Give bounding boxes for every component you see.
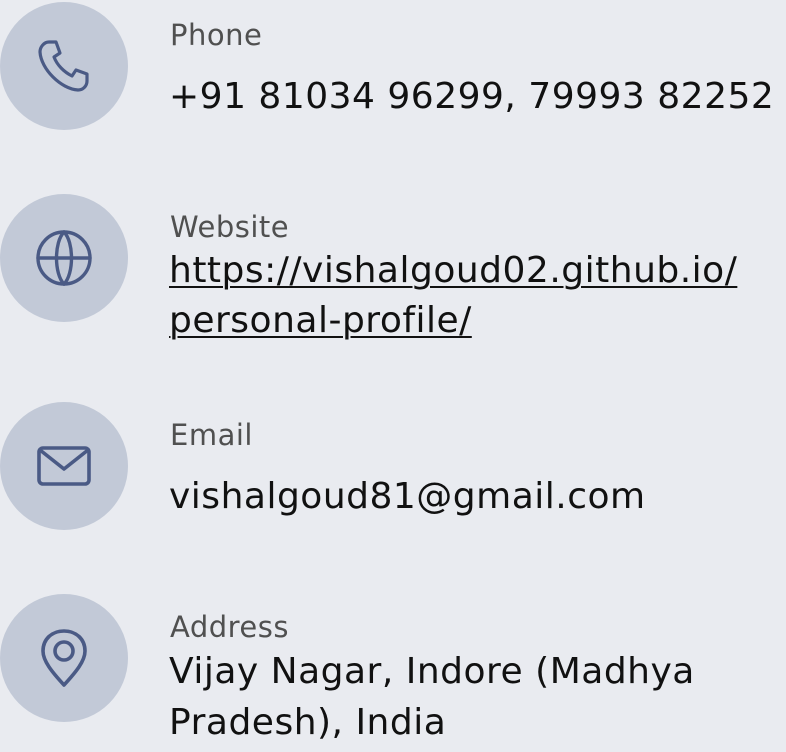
address-line1: Vijay Nagar, Indore (Madhya xyxy=(169,651,695,692)
contact-website: Website https://vishalgoud02.github.io/ … xyxy=(0,194,786,364)
phone-value[interactable]: +91 81034 96299, 79993 82252 xyxy=(169,72,774,122)
phone-icon-circle xyxy=(0,2,128,130)
website-link-line2[interactable]: personal-profile/ xyxy=(169,296,786,346)
contact-phone: Phone +91 81034 96299, 79993 82252 xyxy=(0,0,786,140)
globe-icon xyxy=(36,230,92,286)
mail-icon-circle xyxy=(0,402,128,530)
website-label: Website xyxy=(170,210,290,244)
email-label: Email xyxy=(170,418,253,452)
contact-address: Address Vijay Nagar, Indore (Madhya Prad… xyxy=(0,594,786,752)
contact-email: Email vishalgoud81@gmail.com xyxy=(0,402,786,542)
phone-label: Phone xyxy=(170,18,263,52)
address-label: Address xyxy=(170,610,289,644)
address-line2: Pradesh), India xyxy=(169,702,447,743)
email-value[interactable]: vishalgoud81@gmail.com xyxy=(169,472,646,522)
mail-icon xyxy=(37,446,91,486)
phone-icon xyxy=(38,40,89,92)
website-link-line1[interactable]: https://vishalgoud02.github.io/ xyxy=(169,246,786,296)
globe-icon-circle xyxy=(0,194,128,322)
location-icon-circle xyxy=(0,594,128,722)
location-pin-icon xyxy=(41,629,87,687)
